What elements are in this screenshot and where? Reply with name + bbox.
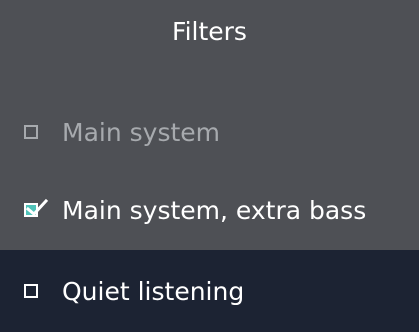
checkmark-icon: [25, 198, 49, 217]
panel-title: Filters: [172, 17, 247, 46]
filter-option-label: Quiet listening: [62, 276, 245, 306]
filter-option-main-system[interactable]: Main system: [0, 91, 419, 173]
filter-option-main-system-extra-bass[interactable]: Main system, extra bass: [0, 170, 419, 250]
checkbox-checked-icon[interactable]: [24, 198, 49, 217]
checkbox-unchecked-icon[interactable]: [24, 284, 38, 298]
filter-option-label: Main system: [62, 117, 221, 147]
filter-option-label: Main system, extra bass: [62, 195, 367, 225]
filters-panel: Filters Main system Main system, extra b…: [0, 0, 419, 332]
checkbox-unchecked-icon[interactable]: [24, 125, 38, 139]
filter-option-quiet-listening[interactable]: Quiet listening: [0, 250, 419, 332]
